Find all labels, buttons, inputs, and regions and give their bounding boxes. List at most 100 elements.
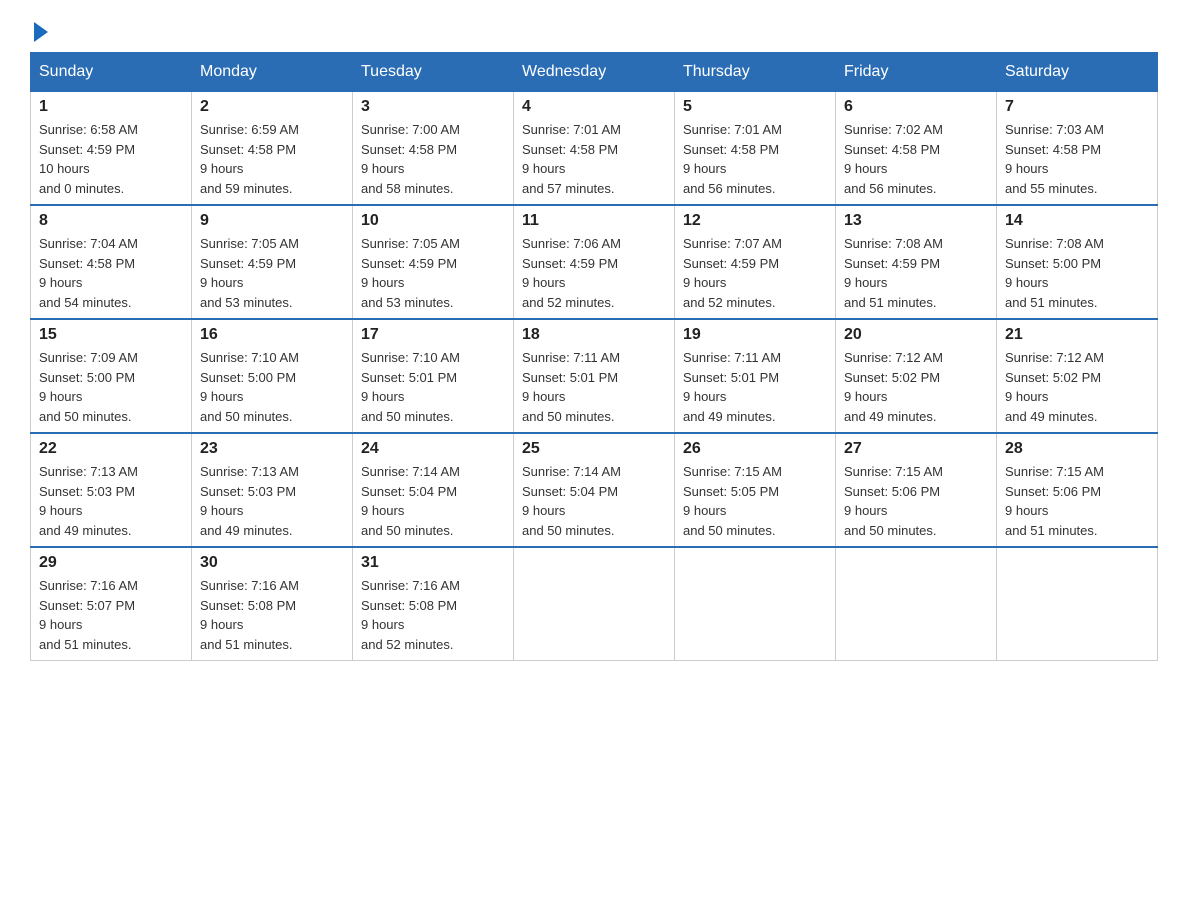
weekday-header-sunday: Sunday (31, 53, 192, 92)
day-number: 18 (522, 326, 666, 344)
calendar-cell: 25Sunrise: 7:14 AMSunset: 5:04 PM9 hours… (514, 433, 675, 547)
day-number: 5 (683, 98, 827, 116)
day-number: 2 (200, 98, 344, 116)
day-info: Sunrise: 7:03 AMSunset: 4:58 PM9 hoursan… (1005, 120, 1149, 198)
day-info: Sunrise: 7:10 AMSunset: 5:00 PM9 hoursan… (200, 348, 344, 426)
day-number: 9 (200, 212, 344, 230)
weekday-header-wednesday: Wednesday (514, 53, 675, 92)
calendar-cell: 27Sunrise: 7:15 AMSunset: 5:06 PM9 hours… (836, 433, 997, 547)
calendar-header-row: SundayMondayTuesdayWednesdayThursdayFrid… (31, 53, 1158, 92)
day-number: 31 (361, 554, 505, 572)
calendar-cell (997, 547, 1158, 661)
day-number: 22 (39, 440, 183, 458)
day-info: Sunrise: 7:12 AMSunset: 5:02 PM9 hoursan… (1005, 348, 1149, 426)
day-number: 28 (1005, 440, 1149, 458)
day-info: Sunrise: 6:58 AMSunset: 4:59 PM10 hoursa… (39, 120, 183, 198)
day-number: 23 (200, 440, 344, 458)
day-info: Sunrise: 7:05 AMSunset: 4:59 PM9 hoursan… (361, 234, 505, 312)
calendar-week-row: 1 Sunrise: 6:58 AMSunset: 4:59 PM10 hours… (31, 92, 1158, 206)
weekday-header-thursday: Thursday (675, 53, 836, 92)
calendar-cell: 2 Sunrise: 6:59 AMSunset: 4:58 PM9 hoursa… (192, 92, 353, 206)
calendar-cell: 17 Sunrise: 7:10 AMSunset: 5:01 PM9 hours… (353, 319, 514, 433)
day-number: 1 (39, 98, 183, 116)
day-info: Sunrise: 7:09 AMSunset: 5:00 PM9 hoursan… (39, 348, 183, 426)
day-info: Sunrise: 7:14 AMSunset: 5:04 PM9 hoursan… (522, 462, 666, 540)
calendar-cell: 21 Sunrise: 7:12 AMSunset: 5:02 PM9 hours… (997, 319, 1158, 433)
day-info: Sunrise: 7:08 AMSunset: 5:00 PM9 hoursan… (1005, 234, 1149, 312)
calendar-cell: 26 Sunrise: 7:15 AMSunset: 5:05 PM9 hours… (675, 433, 836, 547)
day-number: 24 (361, 440, 505, 458)
calendar-table: SundayMondayTuesdayWednesdayThursdayFrid… (30, 52, 1158, 661)
day-info: Sunrise: 7:12 AMSunset: 5:02 PM9 hoursan… (844, 348, 988, 426)
day-info: Sunrise: 7:01 AMSunset: 4:58 PM9 hoursan… (522, 120, 666, 198)
day-info: Sunrise: 7:06 AMSunset: 4:59 PM9 hoursan… (522, 234, 666, 312)
calendar-cell: 30 Sunrise: 7:16 AMSunset: 5:08 PM9 hours… (192, 547, 353, 661)
calendar-cell: 3 Sunrise: 7:00 AMSunset: 4:58 PM9 hoursa… (353, 92, 514, 206)
day-info: Sunrise: 7:05 AMSunset: 4:59 PM9 hoursan… (200, 234, 344, 312)
day-number: 12 (683, 212, 827, 230)
weekday-header-tuesday: Tuesday (353, 53, 514, 92)
day-number: 20 (844, 326, 988, 344)
weekday-header-saturday: Saturday (997, 53, 1158, 92)
calendar-cell: 6Sunrise: 7:02 AMSunset: 4:58 PM9 hoursa… (836, 92, 997, 206)
day-number: 3 (361, 98, 505, 116)
calendar-cell: 8Sunrise: 7:04 AMSunset: 4:58 PM9 hoursa… (31, 205, 192, 319)
calendar-cell: 28Sunrise: 7:15 AMSunset: 5:06 PM9 hours… (997, 433, 1158, 547)
logo (30, 20, 48, 42)
calendar-cell: 10 Sunrise: 7:05 AMSunset: 4:59 PM9 hours… (353, 205, 514, 319)
day-info: Sunrise: 7:02 AMSunset: 4:58 PM9 hoursan… (844, 120, 988, 198)
logo-blue-text (30, 20, 48, 42)
day-info: Sunrise: 7:08 AMSunset: 4:59 PM9 hoursan… (844, 234, 988, 312)
calendar-week-row: 22 Sunrise: 7:13 AMSunset: 5:03 PM9 hours… (31, 433, 1158, 547)
day-info: Sunrise: 7:15 AMSunset: 5:06 PM9 hoursan… (844, 462, 988, 540)
day-info: Sunrise: 7:16 AMSunset: 5:08 PM9 hoursan… (361, 576, 505, 654)
day-info: Sunrise: 6:59 AMSunset: 4:58 PM9 hoursan… (200, 120, 344, 198)
calendar-cell: 19Sunrise: 7:11 AMSunset: 5:01 PM9 hours… (675, 319, 836, 433)
day-info: Sunrise: 7:14 AMSunset: 5:04 PM9 hoursan… (361, 462, 505, 540)
calendar-cell: 18 Sunrise: 7:11 AMSunset: 5:01 PM9 hours… (514, 319, 675, 433)
day-number: 30 (200, 554, 344, 572)
day-number: 21 (1005, 326, 1149, 344)
calendar-cell: 23 Sunrise: 7:13 AMSunset: 5:03 PM9 hours… (192, 433, 353, 547)
calendar-cell: 29 Sunrise: 7:16 AMSunset: 5:07 PM9 hours… (31, 547, 192, 661)
day-number: 10 (361, 212, 505, 230)
day-info: Sunrise: 7:10 AMSunset: 5:01 PM9 hoursan… (361, 348, 505, 426)
calendar-cell (675, 547, 836, 661)
logo-arrow-icon (34, 22, 48, 42)
day-info: Sunrise: 7:13 AMSunset: 5:03 PM9 hoursan… (39, 462, 183, 540)
day-info: Sunrise: 7:11 AMSunset: 5:01 PM9 hoursan… (683, 348, 827, 426)
day-number: 7 (1005, 98, 1149, 116)
calendar-cell (514, 547, 675, 661)
day-number: 26 (683, 440, 827, 458)
calendar-cell: 15Sunrise: 7:09 AMSunset: 5:00 PM9 hours… (31, 319, 192, 433)
day-info: Sunrise: 7:07 AMSunset: 4:59 PM9 hoursan… (683, 234, 827, 312)
calendar-cell: 14 Sunrise: 7:08 AMSunset: 5:00 PM9 hours… (997, 205, 1158, 319)
day-info: Sunrise: 7:16 AMSunset: 5:08 PM9 hoursan… (200, 576, 344, 654)
calendar-cell: 16Sunrise: 7:10 AMSunset: 5:00 PM9 hours… (192, 319, 353, 433)
day-info: Sunrise: 7:16 AMSunset: 5:07 PM9 hoursan… (39, 576, 183, 654)
calendar-cell: 11Sunrise: 7:06 AMSunset: 4:59 PM9 hours… (514, 205, 675, 319)
day-number: 29 (39, 554, 183, 572)
calendar-cell: 13 Sunrise: 7:08 AMSunset: 4:59 PM9 hours… (836, 205, 997, 319)
calendar-cell: 24 Sunrise: 7:14 AMSunset: 5:04 PM9 hours… (353, 433, 514, 547)
day-number: 4 (522, 98, 666, 116)
calendar-cell: 31 Sunrise: 7:16 AMSunset: 5:08 PM9 hours… (353, 547, 514, 661)
weekday-header-friday: Friday (836, 53, 997, 92)
day-number: 17 (361, 326, 505, 344)
calendar-cell: 7 Sunrise: 7:03 AMSunset: 4:58 PM9 hoursa… (997, 92, 1158, 206)
calendar-cell: 12 Sunrise: 7:07 AMSunset: 4:59 PM9 hours… (675, 205, 836, 319)
day-number: 13 (844, 212, 988, 230)
calendar-cell (836, 547, 997, 661)
calendar-week-row: 15Sunrise: 7:09 AMSunset: 5:00 PM9 hours… (31, 319, 1158, 433)
day-info: Sunrise: 7:13 AMSunset: 5:03 PM9 hoursan… (200, 462, 344, 540)
calendar-cell: 22 Sunrise: 7:13 AMSunset: 5:03 PM9 hours… (31, 433, 192, 547)
day-info: Sunrise: 7:00 AMSunset: 4:58 PM9 hoursan… (361, 120, 505, 198)
day-info: Sunrise: 7:11 AMSunset: 5:01 PM9 hoursan… (522, 348, 666, 426)
day-info: Sunrise: 7:15 AMSunset: 5:05 PM9 hoursan… (683, 462, 827, 540)
day-info: Sunrise: 7:04 AMSunset: 4:58 PM9 hoursan… (39, 234, 183, 312)
page-header (30, 20, 1158, 42)
calendar-cell: 20 Sunrise: 7:12 AMSunset: 5:02 PM9 hours… (836, 319, 997, 433)
calendar-cell: 5 Sunrise: 7:01 AMSunset: 4:58 PM9 hoursa… (675, 92, 836, 206)
day-info: Sunrise: 7:01 AMSunset: 4:58 PM9 hoursan… (683, 120, 827, 198)
day-number: 14 (1005, 212, 1149, 230)
